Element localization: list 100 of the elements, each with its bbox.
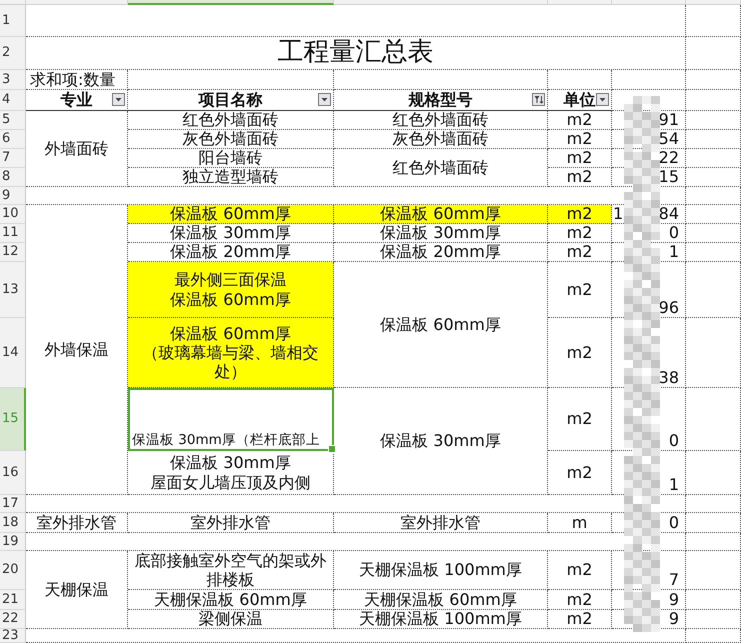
- table-cell: m2: [548, 388, 612, 451]
- row-number[interactable]: 22: [0, 610, 26, 629]
- table-cell: m2: [548, 318, 612, 388]
- table-cell: 天棚保温板 60mm厚: [334, 590, 548, 610]
- column-header-cell[interactable]: [128, 0, 334, 5]
- column-header: 专业: [60, 90, 92, 110]
- table-cell: 外墙保温: [26, 205, 128, 495]
- table-cell[interactable]: 保温板 30mm厚: [128, 224, 334, 243]
- table-cell: m2: [548, 224, 612, 243]
- row-number[interactable]: 7: [0, 149, 26, 168]
- table-cell[interactable]: 梁侧保温: [128, 610, 334, 629]
- dropdown-icon[interactable]: [596, 93, 609, 106]
- empty-cell: [686, 533, 741, 551]
- cell-text: 0: [668, 224, 679, 242]
- cell-text: 7: [668, 570, 679, 589]
- table-cell[interactable]: 保温板 30mm厚（栏杆底部上: [128, 388, 334, 451]
- table-cell: 保温板 60mm厚: [334, 262, 548, 388]
- cell-text: 0: [668, 513, 679, 532]
- column-header: 项目名称: [198, 90, 262, 110]
- row-number[interactable]: 17: [0, 495, 26, 513]
- table-cell: m2: [548, 243, 612, 262]
- column-header: 单位: [564, 90, 596, 110]
- filter-icon[interactable]: [532, 93, 545, 106]
- row-number[interactable]: 2: [0, 37, 26, 70]
- dropdown-icon[interactable]: [318, 93, 331, 106]
- table-cell[interactable]: 天棚保温板 60mm厚: [128, 590, 334, 610]
- table-cell[interactable]: 阳台墙砖: [128, 149, 334, 168]
- cell-text: 保温板 20mm厚: [170, 243, 291, 261]
- cell-text: 室外排水管: [190, 513, 270, 532]
- table-cell[interactable]: 最外侧三面保温 保温板 60mm厚: [128, 262, 334, 318]
- table-cell: m2: [548, 610, 612, 629]
- column-header-cell[interactable]: [0, 0, 26, 5]
- cell-text: 独立造型墙砖: [182, 168, 278, 186]
- empty-cell: [686, 37, 741, 70]
- cell-text: 梁侧保温: [198, 610, 262, 628]
- cell-text: 红色外墙面砖: [182, 111, 278, 129]
- row-number[interactable]: 4: [0, 90, 26, 111]
- table-cell: 红色外墙面砖: [334, 111, 548, 130]
- row-number[interactable]: 23: [0, 629, 26, 643]
- row-number[interactable]: 14: [0, 318, 26, 388]
- cell-text: 96: [658, 298, 679, 317]
- cell-text: 1: [668, 474, 679, 494]
- table-cell[interactable]: 红色外墙面砖: [128, 111, 334, 130]
- cell-text: 1: [613, 205, 624, 223]
- cell-text: 54: [658, 130, 679, 148]
- table-cell: 保温板 20mm厚: [334, 243, 548, 262]
- empty-cell: [686, 187, 741, 205]
- empty-cell: [686, 495, 741, 513]
- row-number[interactable]: 19: [0, 533, 26, 551]
- cell-text: 0: [668, 430, 679, 450]
- table-cell: 红色外墙面砖: [334, 149, 548, 187]
- row-number[interactable]: 9: [0, 187, 26, 205]
- table-cell[interactable]: 保温板 60mm厚: [128, 205, 334, 224]
- table-cell[interactable]: 室外排水管: [128, 513, 334, 533]
- cell-text: 阳台墙砖: [198, 149, 262, 167]
- cell-text: 22: [658, 149, 679, 167]
- pivot-label: 求和项:数量: [26, 70, 128, 90]
- fill-handle[interactable]: [328, 445, 336, 453]
- row-number[interactable]: 13: [0, 262, 26, 318]
- column-header-cell[interactable]: [334, 0, 548, 5]
- table-cell: 室外排水管: [334, 513, 548, 533]
- cell-text: 保温板 60mm厚: [170, 290, 291, 309]
- table-cell: 灰色外墙面砖: [334, 130, 548, 149]
- row-number[interactable]: 3: [0, 70, 26, 90]
- row-number[interactable]: 12: [0, 243, 26, 262]
- table-cell[interactable]: 保温板 30mm厚 屋面女儿墙压顶及内侧: [128, 451, 334, 495]
- column-header-cell[interactable]: [686, 0, 741, 5]
- table-cell[interactable]: 独立造型墙砖: [128, 168, 334, 187]
- table-cell[interactable]: 灰色外墙面砖: [128, 130, 334, 149]
- cell-text: 屋面女儿墙压顶及内侧: [150, 472, 310, 492]
- cell-text: 最外侧三面保温: [174, 270, 286, 290]
- column-header-cell[interactable]: [612, 0, 686, 5]
- row-number[interactable]: 11: [0, 224, 26, 243]
- row-number[interactable]: 21: [0, 590, 26, 610]
- row-number[interactable]: 18: [0, 513, 26, 533]
- table-cell: m2: [548, 551, 612, 590]
- row-number[interactable]: 8: [0, 168, 26, 187]
- table-cell[interactable]: 保温板 60mm厚 （玻璃幕墙与梁、墙相交处）: [128, 318, 334, 388]
- cell-text: 保温板 30mm厚（栏杆底部上: [132, 432, 320, 448]
- row-number[interactable]: 20: [0, 551, 26, 590]
- cell-text: 9: [668, 590, 679, 609]
- table-cell: 保温板 60mm厚: [334, 205, 548, 224]
- cell-text: 84: [658, 205, 679, 223]
- row-number[interactable]: 16: [0, 451, 26, 495]
- row-number[interactable]: 10: [0, 205, 26, 224]
- empty-cell: [686, 70, 741, 90]
- cell-text: （玻璃幕墙与梁、墙相交处）: [142, 342, 320, 382]
- dropdown-icon[interactable]: [112, 93, 125, 106]
- table-cell: m2: [548, 590, 612, 610]
- row-number[interactable]: 5: [0, 111, 26, 130]
- row-number[interactable]: 6: [0, 130, 26, 149]
- column-header-cell[interactable]: [548, 0, 612, 5]
- row-number[interactable]: 1: [0, 5, 26, 37]
- table-cell: m2: [548, 111, 612, 130]
- cell-text: 保温板 30mm厚: [170, 224, 291, 242]
- table-cell: 外墙面砖: [26, 111, 128, 187]
- cell-text: 1: [668, 243, 679, 261]
- column-header-cell[interactable]: [26, 0, 128, 5]
- table-cell: 天棚保温板 100mm厚: [334, 610, 548, 629]
- cell-text: 保温板 30mm厚: [170, 453, 291, 472]
